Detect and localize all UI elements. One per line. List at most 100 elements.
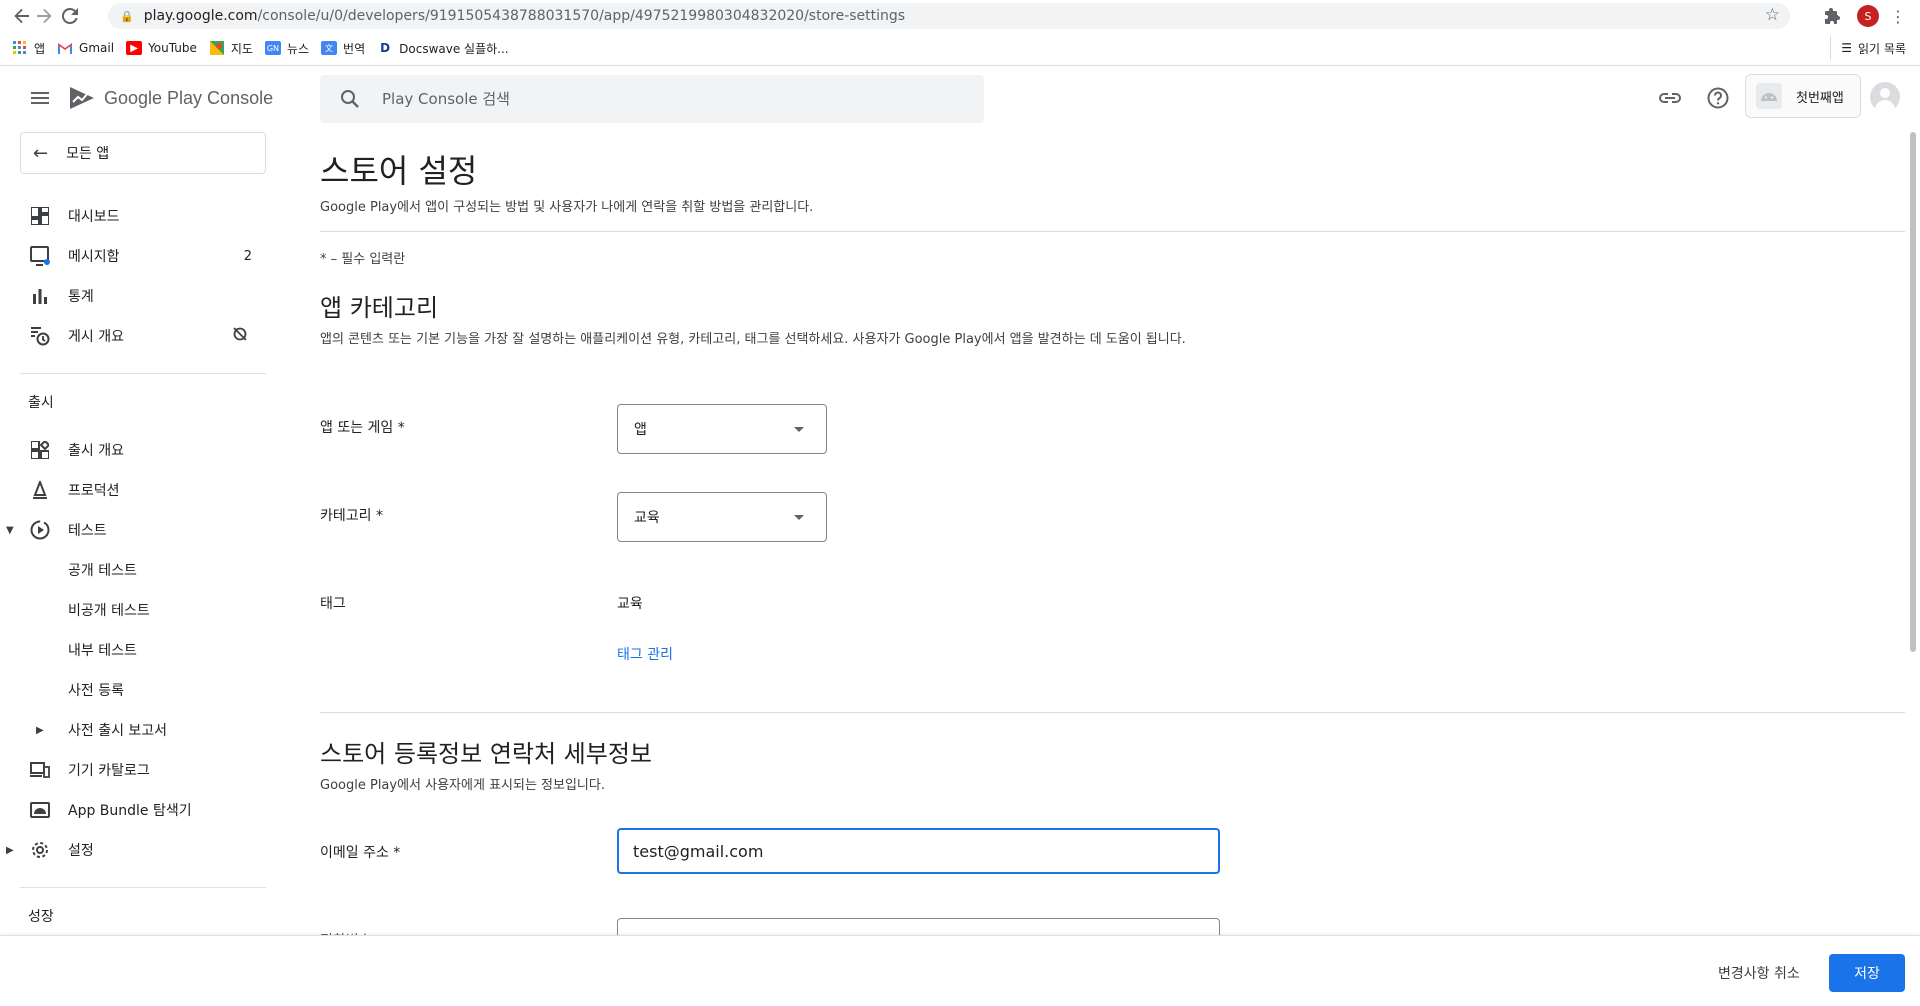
release-overview-icon xyxy=(28,438,52,462)
app-or-game-select[interactable]: 앱 xyxy=(617,404,827,454)
back-arrow-icon[interactable] xyxy=(10,4,34,28)
browser-chrome: 🔒 play.google.com/console/u/0/developers… xyxy=(0,0,1920,66)
action-bar: 변경사항 취소 저장 xyxy=(0,935,1920,1006)
back-arrow-icon: ← xyxy=(33,142,49,164)
sidebar-item-settings[interactable]: ▶ 설정 xyxy=(0,832,266,868)
sidebar-item-label: 게시 개요 xyxy=(68,329,124,345)
sidebar-item-label: 테스트 xyxy=(68,523,107,539)
bookmark-apps[interactable]: 앱 xyxy=(12,38,45,58)
bookmark-translate[interactable]: 文 번역 xyxy=(321,38,365,58)
hamburger-menu-icon[interactable] xyxy=(28,86,52,110)
publishing-overview-icon xyxy=(28,324,52,348)
category-label: 카테고리 * xyxy=(320,508,383,524)
category-select[interactable]: 교육 xyxy=(617,492,827,542)
contact-section-title: 스토어 등록정보 연락처 세부정보 xyxy=(320,740,653,768)
dropdown-arrow-icon xyxy=(794,515,804,520)
sidebar-item-label: 기기 카탈로그 xyxy=(68,763,150,779)
bookmark-docswave[interactable]: D Docswave 실플하... xyxy=(377,38,508,58)
sidebar-divider xyxy=(20,887,266,888)
profile-avatar[interactable]: S xyxy=(1857,5,1879,27)
sidebar-item-label: 비공개 테스트 xyxy=(68,603,150,619)
sidebar-item-release-overview[interactable]: 출시 개요 xyxy=(0,432,266,468)
bookmark-label: Docswave 실플하... xyxy=(399,41,509,56)
docswave-icon: D xyxy=(380,41,391,55)
expand-more-icon[interactable]: ▼ xyxy=(6,525,14,536)
category-value: 교육 xyxy=(634,510,660,526)
tags-label: 태그 xyxy=(320,596,346,612)
sidebar-item-label: 대시보드 xyxy=(68,209,120,225)
translate-icon: 文 xyxy=(321,41,338,55)
sidebar-item-pre-registration[interactable]: 사전 등록 xyxy=(0,672,266,708)
sidebar-item-device-catalog[interactable]: 기기 카탈로그 xyxy=(0,752,266,788)
reload-icon[interactable] xyxy=(58,4,82,28)
url-path: /console/u/0/developers/9191505438788031… xyxy=(257,8,906,24)
play-console-logo[interactable]: Google Play Console xyxy=(68,84,273,112)
bookmark-maps[interactable]: 지도 xyxy=(209,38,253,58)
gmail-icon xyxy=(57,41,73,55)
url-domain: play.google.com xyxy=(143,8,258,24)
sidebar-item-closed-testing[interactable]: 비공개 테스트 xyxy=(0,592,266,628)
more-vert-icon[interactable]: ⋮ xyxy=(1886,4,1910,28)
sidebar-item-label: 설정 xyxy=(68,843,94,859)
current-app-name: 첫번째앱 xyxy=(1796,90,1844,106)
bookmark-label: 번역 xyxy=(343,41,366,56)
sidebar-section-grow: 성장 xyxy=(28,909,54,925)
expand-right-icon[interactable]: ▶ xyxy=(36,725,44,736)
section-divider xyxy=(320,712,1905,713)
bookmark-news[interactable]: GN 뉴스 xyxy=(264,38,309,58)
bookmark-star-icon[interactable]: ☆ xyxy=(1765,5,1780,25)
sidebar-item-app-bundle-explorer[interactable]: App Bundle 탐색기 xyxy=(0,792,266,828)
page-scrollbar[interactable] xyxy=(1909,130,1917,930)
save-button[interactable]: 저장 xyxy=(1829,954,1905,992)
discard-changes-button[interactable]: 변경사항 취소 xyxy=(1718,956,1800,990)
sidebar-item-publishing-overview[interactable]: 게시 개요 xyxy=(0,318,266,354)
android-app-icon xyxy=(1756,83,1782,109)
email-label: 이메일 주소 * xyxy=(320,845,401,861)
sidebar-item-label: 사전 출시 보고서 xyxy=(68,723,168,739)
sidebar-item-label: 출시 개요 xyxy=(68,443,124,459)
production-icon xyxy=(28,478,52,502)
device-catalog-icon xyxy=(28,758,52,782)
sidebar-item-label: 메시지함 xyxy=(68,249,120,265)
category-section-title: 앱 카테고리 xyxy=(320,294,439,322)
expand-right-icon[interactable]: ▶ xyxy=(6,845,14,856)
lock-icon: 🔒 xyxy=(120,9,134,23)
forward-arrow-icon[interactable] xyxy=(32,4,56,28)
contact-section-desc: Google Play에서 사용자에게 표시되는 정보입니다. xyxy=(320,778,605,793)
sidebar-item-inbox[interactable]: 메시지함 2 xyxy=(0,238,266,274)
sidebar-item-pre-launch-report[interactable]: ▶ 사전 출시 보고서 xyxy=(0,712,266,748)
bookmark-youtube[interactable]: ▶ YouTube xyxy=(126,38,197,58)
address-bar[interactable]: 🔒 play.google.com/console/u/0/developers… xyxy=(108,3,1790,29)
bookmark-gmail[interactable]: Gmail xyxy=(57,38,114,58)
sync-disabled-icon xyxy=(232,326,248,346)
email-field[interactable] xyxy=(617,828,1220,874)
sidebar-item-dashboard[interactable]: 대시보드 xyxy=(0,198,266,234)
sidebar-item-internal-testing[interactable]: 내부 테스트 xyxy=(0,632,266,668)
sidebar-item-open-testing[interactable]: 공개 테스트 xyxy=(0,552,266,588)
reading-list[interactable]: ☰ 읽기 목록 xyxy=(1830,36,1906,60)
sidebar-item-testing[interactable]: ▼ 테스트 xyxy=(0,512,266,548)
account-avatar[interactable] xyxy=(1870,82,1900,112)
sidebar-item-label: 통계 xyxy=(68,289,94,305)
app-or-game-value: 앱 xyxy=(634,422,647,438)
reading-list-label: 읽기 목록 xyxy=(1858,41,1906,56)
search-icon xyxy=(341,90,359,108)
brand-name: Google Play Console xyxy=(104,87,274,108)
link-icon[interactable] xyxy=(1658,86,1682,110)
sidebar-item-production[interactable]: 프로덕션 xyxy=(0,472,266,508)
manage-tags-link[interactable]: 태그 관리 xyxy=(617,644,673,664)
search-bar[interactable] xyxy=(320,75,984,123)
help-icon[interactable] xyxy=(1706,86,1730,110)
search-input[interactable] xyxy=(382,90,962,108)
sidebar-item-label: 공개 테스트 xyxy=(68,563,137,579)
bar-chart-icon xyxy=(28,284,52,308)
apps-grid-icon xyxy=(12,41,28,55)
tags-value: 교육 xyxy=(617,596,643,612)
app-switcher[interactable]: 첫번째앱 xyxy=(1745,74,1861,118)
all-apps-label: 모든 앱 xyxy=(66,146,110,162)
settings-gear-icon xyxy=(28,838,52,862)
extensions-puzzle-icon[interactable] xyxy=(1821,4,1845,28)
all-apps-button[interactable]: ← 모든 앱 xyxy=(20,132,266,174)
sidebar-item-statistics[interactable]: 통계 xyxy=(0,278,266,314)
app-or-game-label: 앱 또는 게임 * xyxy=(320,420,405,436)
